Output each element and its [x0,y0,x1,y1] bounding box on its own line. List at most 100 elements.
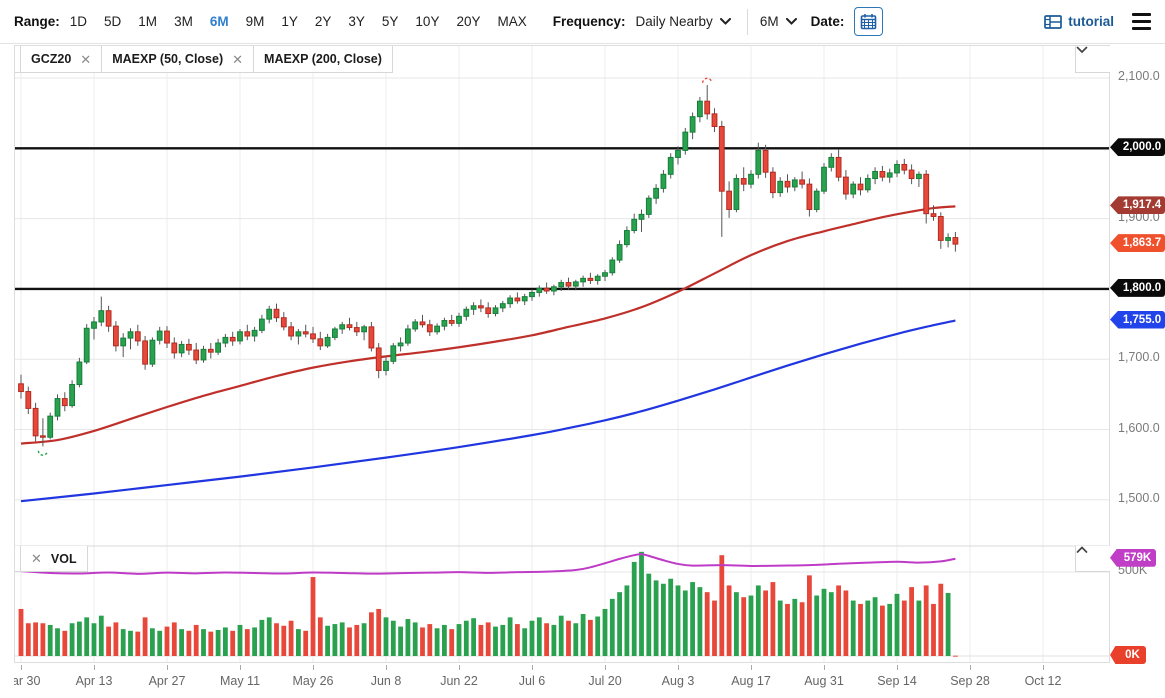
time-axis-label: May 11 [219,674,261,688]
toolbar: Range: 1D 5D 1M 3M 6M 9M 1Y 2Y 3Y 5Y 10Y 20Y MAX Fre… [0,0,1165,44]
ma50-line [20,205,956,445]
chevron-up-icon [1076,546,1088,553]
time-axis-label: Aug 3 [661,674,695,688]
open-interest-line [20,553,956,575]
legend-symbol-chip[interactable]: GCZ20 ✕ [21,46,103,73]
close-icon[interactable]: ✕ [31,552,42,565]
symbol-label: GCZ20 [31,52,72,66]
volume-pill-last-volume: 0K [1110,646,1146,664]
time-axis-label: Jul 20 [588,674,622,688]
frequency-label: Frequency: [552,14,626,29]
axis-tick-label: 1,600.0 [1118,420,1160,435]
range-option-9m[interactable]: 9M [246,14,265,29]
time-axis-label: Aug 17 [731,674,771,688]
divider [746,8,748,35]
tutorial-link[interactable]: tutorial [1044,14,1114,29]
video-tutorial-icon [1044,14,1063,29]
time-axis-label: Jun 8 [370,674,402,688]
chart-legend: GCZ20 ✕ MAEXP (50, Close) ✕ MAEXP (200, … [15,46,393,73]
time-axis-tick [313,665,314,670]
range-option-6m[interactable]: 6M [210,14,229,29]
axis-tick-label: 2,100.0 [1118,69,1160,83]
chart-area: GCZ20 ✕ MAEXP (50, Close) ✕ MAEXP (200, … [0,44,1165,698]
close-icon[interactable]: ✕ [232,53,243,66]
time-axis-label: Apr 13 [75,674,113,688]
time-axis-tick [1043,665,1044,670]
range-option-max[interactable]: MAX [497,14,526,29]
range-option-1m[interactable]: 1M [138,14,157,29]
range-option-3y[interactable]: 3Y [348,14,365,29]
chevron-down-icon [785,18,797,25]
collapse-volume-panel-button[interactable] [1075,546,1110,572]
time-axis-label: Aug 31 [804,674,844,688]
gridlines [15,46,1109,662]
collapse-price-panel-button[interactable] [1075,46,1110,73]
time-axis-tick [459,665,460,670]
price-pill-ma200-last: 1,755.0 [1110,310,1165,329]
range-option-5d[interactable]: 5D [104,14,121,29]
time-axis-tick [970,665,971,670]
price-axis: 2,100.0 1,900.0 1,700.0 1,600.0 1,500.0 500K 2… [1110,45,1165,664]
ma200-line [20,319,956,503]
time-axis-label: Sep 28 [950,674,990,688]
ma200-label: MAEXP (200, Close) [264,52,382,66]
time-axis-label: May 26 [292,674,334,688]
frequency-value: Daily Nearby [635,14,713,29]
time-axis-tick [678,665,679,670]
time-axis-tick [21,665,22,670]
legend-volume-chip[interactable]: ✕ VOL [21,546,88,572]
time-axis-tick [386,665,387,670]
range-label: Range: [14,14,60,29]
range-option-1y[interactable]: 1Y [281,14,298,29]
menu-button[interactable] [1132,10,1151,34]
range-option-5y[interactable]: 5Y [382,14,399,29]
time-axis-tick [605,665,606,670]
date-label: Date: [810,14,845,29]
below-low-marker [37,450,49,456]
time-axis-label: Oct 12 [1024,674,1062,688]
price-pill-horizontal-line: 1,800.0 [1110,278,1165,297]
time-axis-label: Sep 14 [877,674,917,688]
chart-plot[interactable]: GCZ20 ✕ MAEXP (50, Close) ✕ MAEXP (200, … [14,45,1110,663]
legend-ma50-chip[interactable]: MAEXP (50, Close) ✕ [102,46,255,73]
range-option-3m[interactable]: 3M [174,14,193,29]
period-value: 6M [759,14,779,29]
time-axis-tick [751,665,752,670]
above-high-marker [702,77,713,83]
time-axis-tick [824,665,825,670]
price-pill-horizontal-line: 2,000.0 [1110,138,1165,157]
range-option-1d[interactable]: 1D [70,14,87,29]
price-pill-last-price: 1,863.7 [1110,234,1165,253]
price-pill-ma50-last: 1,917.4 [1110,196,1165,215]
axis-tick-label: 1,700.0 [1118,350,1160,365]
ma50-label: MAEXP (50, Close) [112,52,224,66]
time-axis-label: Mar 30 [14,674,41,688]
volume-label: VOL [50,551,77,566]
time-axis-tick [167,665,168,670]
candlestick-series [18,85,959,447]
date-picker-button[interactable] [854,7,884,36]
time-axis-tick [94,665,95,670]
close-icon[interactable]: ✕ [80,53,91,66]
tutorial-label: tutorial [1068,14,1114,29]
time-axis-label: Jun 22 [440,674,478,688]
time-axis-label: Jul 6 [518,674,546,688]
time-axis-tick [532,665,533,670]
range-option-20y[interactable]: 20Y [456,14,480,29]
chart-canvas[interactable] [15,46,1109,662]
frequency-dropdown[interactable]: Daily Nearby [636,14,731,29]
period-dropdown[interactable]: 6M [760,14,797,29]
chevron-down-icon [1076,46,1088,54]
chevron-down-icon [719,18,731,25]
range-options: 1D 5D 1M 3M 6M 9M 1Y 2Y 3Y 5Y 10Y 20Y MAX [70,14,527,29]
volume-legend: ✕ VOL [15,546,88,572]
legend-ma200-chip[interactable]: MAEXP (200, Close) [254,46,393,73]
range-option-2y[interactable]: 2Y [315,14,332,29]
range-option-10y[interactable]: 10Y [415,14,439,29]
calendar-icon [861,14,877,30]
time-axis-label: Apr 27 [148,674,186,688]
volume-pill-oi-line-last: 579K [1110,548,1156,567]
volume-bars [18,551,958,657]
axis-tick-label: 1,500.0 [1118,490,1160,505]
time-axis: Mar 30 Apr 13 Apr 27 May 11 May 26 Jun 8 Jun 2… [14,665,1110,698]
